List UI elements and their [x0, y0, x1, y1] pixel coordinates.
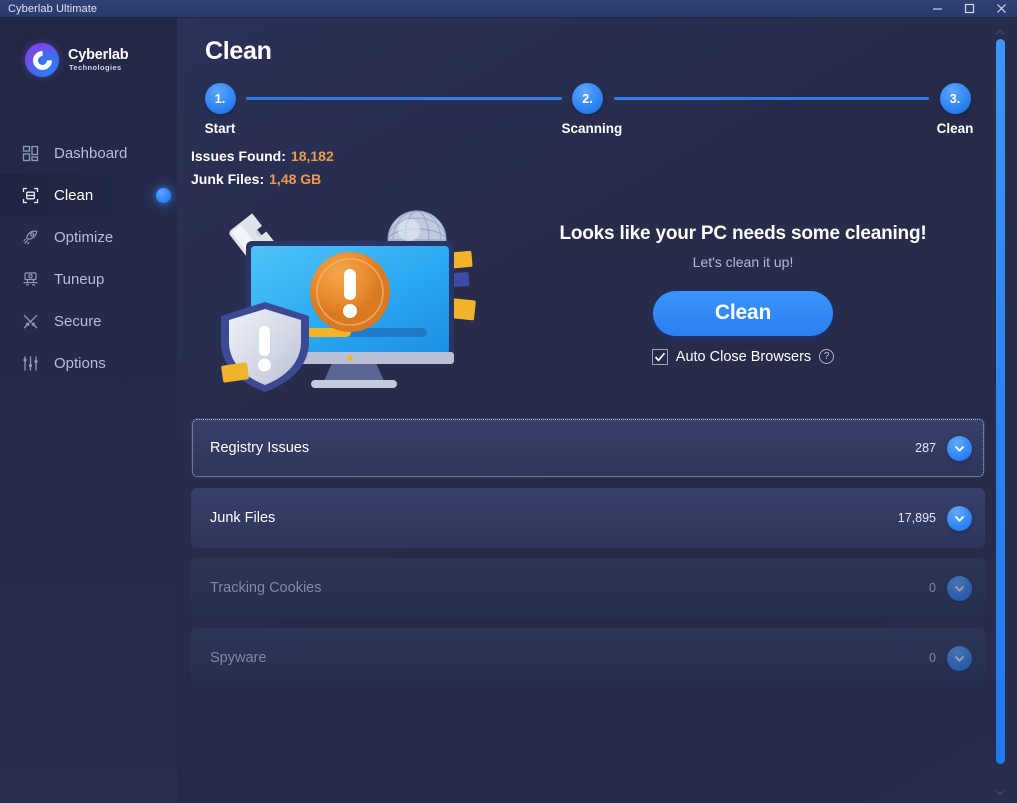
pc-warning-illustration	[199, 194, 509, 394]
table-row[interactable]: Junk Files 17,895	[191, 488, 985, 548]
main-content: Clean 1. Start 2. Scanning 3. Clean Issu…	[177, 18, 1017, 803]
step-start: 1. Start	[194, 83, 246, 136]
sidebar-item-options[interactable]: Options	[0, 342, 177, 384]
issues-found-label: Issues Found:	[191, 148, 286, 164]
category-count: 17,895	[897, 511, 936, 525]
clean-button[interactable]: Clean	[653, 290, 833, 336]
chevron-down-icon[interactable]	[947, 505, 972, 531]
brand-name: Cyberlab	[68, 46, 129, 63]
issue-category-list: Registry Issues 287 Junk Files 17,895 Tr…	[177, 396, 1017, 688]
issues-found-value: 18,182	[290, 148, 334, 164]
page-title: Clean	[205, 37, 272, 65]
brand-logo: Cyberlab Technologies	[0, 18, 177, 86]
issues-found-row: Issues Found: 18,182	[191, 145, 1017, 168]
close-button[interactable]	[985, 0, 1017, 17]
sidebar-item-label: Tuneup	[54, 270, 105, 288]
table-row[interactable]: Spyware 0	[191, 628, 985, 688]
scrollbar-thumb[interactable]	[995, 39, 1005, 764]
step-label: Scanning	[561, 121, 623, 136]
step-number: 1.	[204, 83, 236, 114]
sidebar-item-secure[interactable]: Secure	[0, 300, 177, 342]
auto-close-browsers-checkbox[interactable]	[651, 348, 668, 365]
rocket-icon	[21, 228, 40, 247]
hero-section: Looks like your PC needs some cleaning! …	[177, 191, 1017, 396]
step-scanning: 2. Scanning	[561, 83, 623, 136]
chevron-down-icon[interactable]	[947, 435, 972, 461]
table-row[interactable]: Registry Issues 287	[191, 418, 985, 478]
sidebar-item-label: Optimize	[54, 228, 114, 246]
step-label: Clean	[936, 121, 974, 136]
sidebar-item-label: Options	[54, 354, 106, 372]
scroll-up-arrow-icon[interactable]	[992, 26, 1008, 39]
hero-copy: Looks like your PC needs some cleaning! …	[509, 223, 987, 365]
sidebar-item-dashboard[interactable]: Dashboard	[0, 132, 177, 174]
table-row[interactable]: Tracking Cookies 0	[191, 558, 985, 618]
progress-stepper: 1. Start 2. Scanning 3. Clean	[194, 83, 981, 139]
sidebar-item-label: Secure	[54, 312, 102, 330]
hero-title: Looks like your PC needs some cleaning!	[559, 222, 927, 244]
sidebar-item-label: Dashboard	[54, 144, 128, 162]
sidebar-nav: Dashboard Clean Optimize Tuneup Secure O…	[0, 132, 185, 384]
category-count: 287	[915, 441, 936, 455]
chevron-down-icon[interactable]	[947, 645, 972, 671]
category-name: Junk Files	[210, 510, 276, 526]
window-title: Cyberlab Ultimate	[8, 2, 98, 15]
sidebar-item-clean[interactable]: Clean	[0, 173, 185, 217]
app-shell: Cyberlab Technologies Dashboard Clean Op…	[0, 18, 1017, 803]
scroll-down-arrow-icon[interactable]	[992, 786, 1008, 799]
scrollbar-track[interactable]	[992, 39, 1008, 786]
step-number: 2.	[572, 83, 603, 114]
minimize-button[interactable]	[921, 0, 953, 17]
step-number: 3.	[939, 83, 971, 114]
step-clean: 3. Clean	[929, 83, 981, 136]
category-count: 0	[929, 651, 936, 665]
step-label: Start	[204, 121, 236, 136]
category-name: Spyware	[210, 650, 267, 666]
junk-files-value: 1,48 GB	[269, 171, 322, 187]
sidebar-item-tuneup[interactable]: Tuneup	[0, 258, 177, 300]
junk-files-row: Junk Files: 1,48 GB	[191, 168, 1017, 191]
tuneup-icon	[21, 270, 40, 289]
junk-files-label: Junk Files:	[191, 171, 265, 187]
category-name: Registry Issues	[210, 440, 310, 456]
auto-close-browsers-label: Auto Close Browsers	[675, 348, 812, 365]
help-icon[interactable]: ?	[819, 349, 835, 364]
brand-subtitle: Technologies	[69, 63, 122, 73]
sidebar-item-label: Clean	[54, 186, 94, 204]
window-controls	[921, 0, 1017, 17]
maximize-button[interactable]	[953, 0, 985, 17]
cyberlab-logo-icon	[25, 43, 59, 77]
sidebar-item-optimize[interactable]: Optimize	[0, 216, 177, 258]
auto-close-browsers-row: Auto Close Browsers ?	[509, 348, 977, 365]
category-count: 0	[929, 581, 936, 595]
scan-stats: Issues Found: 18,182 Junk Files: 1,48 GB	[177, 139, 1017, 191]
vertical-scrollbar[interactable]	[992, 26, 1008, 799]
scan-frame-icon	[21, 186, 40, 205]
hero-subtitle: Let's clean it up!	[692, 253, 794, 270]
step-connector	[613, 97, 929, 100]
category-name: Tracking Cookies	[210, 580, 322, 596]
sidebar: Cyberlab Technologies Dashboard Clean Op…	[0, 18, 185, 803]
chevron-down-icon[interactable]	[947, 575, 972, 601]
dashboard-grid-icon	[21, 144, 40, 163]
sliders-icon	[21, 354, 40, 373]
tools-icon	[21, 312, 40, 331]
window-title-bar: Cyberlab Ultimate	[0, 0, 1017, 18]
step-connector	[246, 97, 562, 100]
